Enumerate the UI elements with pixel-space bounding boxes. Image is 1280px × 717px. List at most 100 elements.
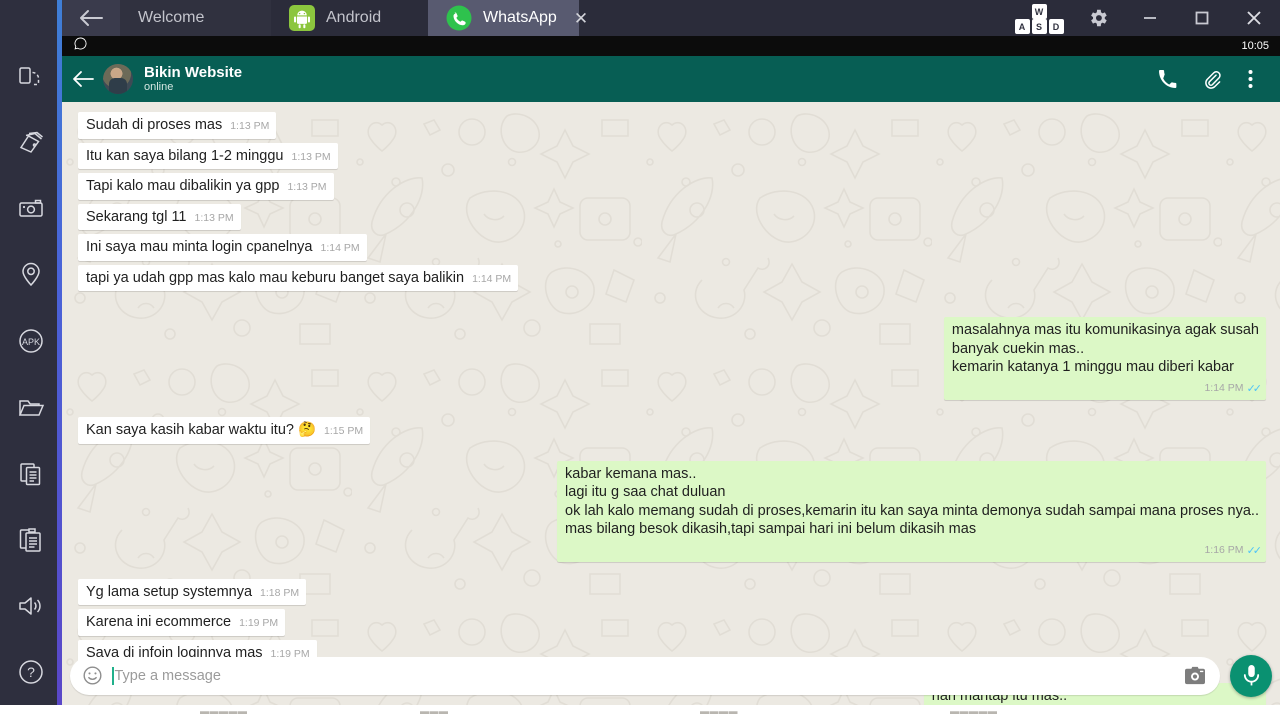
read-receipt-icon: ✓✓ [1246,382,1263,395]
microphone-icon[interactable] [1230,654,1272,697]
tab-android-label: Android [326,9,382,26]
whatsapp-notification-icon [74,37,87,55]
message-row: Sudah di proses mas 1:13 PM [78,112,1266,139]
contact-status: online [144,81,174,94]
paste-icon[interactable] [0,507,62,573]
message-meta: 1:13 PM [195,212,234,225]
incoming-message-bubble[interactable]: Itu kan saya bilang 1-2 minggu 1:13 PM [78,142,338,170]
back-arrow-icon[interactable] [72,70,100,88]
emoji-smiley-icon[interactable] [82,665,103,686]
keycap-a: A [1014,19,1030,34]
sidebar-accent-edge [57,0,62,705]
bluestacks-sidebar: APK ? [0,0,62,705]
message-text: Karena ini ecommerce [86,614,232,631]
android-status-bar: 10:05 [62,36,1280,56]
message-row: Itu kan saya bilang 1-2 minggu 1:13 PM [78,142,1266,170]
message-meta: 1:13 PM [287,181,326,194]
tab-android[interactable]: Android [271,0,428,36]
message-text: Tapi kalo mau dibalikin ya gpp [86,178,280,195]
tab-whatsapp[interactable]: WhatsApp ✕ [428,0,588,36]
message-meta: 1:19 PM [239,617,278,630]
apk-install-icon[interactable]: APK [0,308,62,374]
message-input-field[interactable]: Type a message [70,656,1220,695]
screenshot-icon[interactable] [0,176,62,242]
message-timestamp: 1:13 PM [291,150,331,163]
message-timestamp: 1:16 PM [1204,544,1244,557]
message-row: Sekarang tgl 11 1:13 PM [78,203,1266,231]
camera-icon[interactable] [1184,666,1210,686]
outgoing-message-bubble[interactable]: masalahnya mas itu komunikasinya agak su… [943,317,1266,400]
whatsapp-app: Bikin Website online Sudah di proses mas… [62,56,1280,705]
avatar[interactable] [103,64,133,94]
minimize-button[interactable] [1124,0,1176,36]
settings-button[interactable] [1072,0,1124,36]
message-row: Tapi kalo mau dibalikin ya gpp 1:13 PM [78,173,1266,200]
keycap-d: D [1048,19,1064,34]
rotate-screen-icon[interactable] [0,44,62,110]
keycap-s: S [1031,19,1047,34]
incoming-message-bubble[interactable]: Ini saya mau minta login cpanelnya 1:14 P… [78,234,367,261]
phone-icon[interactable] [1145,69,1190,89]
message-timestamp: 1:13 PM [194,211,234,224]
copy-icon[interactable] [0,441,62,507]
message-timestamp: 1:13 PM [230,120,270,132]
read-receipt-icon: ✓✓ [1246,544,1263,557]
message-text: tapi ya udah gpp mas kalo mau keburu ban… [86,269,465,286]
message-meta: 1:14 PM [472,273,511,286]
message-text: Yg lama setup systemnya [86,583,253,600]
android-icon [289,5,315,31]
incoming-message-bubble[interactable]: Yg lama setup systemnya 1:18 PM [78,578,307,606]
message-row: Ini saya mau minta login cpanelnya 1:14 P… [78,234,1266,261]
message-text: Itu kan saya bilang 1-2 minggu [86,147,284,164]
incoming-message-bubble[interactable]: Kan saya kasih kabar waktu itu? 🤔 1:15 PM [78,417,371,444]
message-timestamp: 1:19 PM [239,617,279,630]
message-row: Karena ini ecommerce 1:19 PM [78,609,1266,636]
volume-icon[interactable] [0,573,62,639]
tab-welcome-label: Welcome [138,9,205,26]
message-row: Kan saya kasih kabar waktu itu? 🤔 1:15 PM [78,417,1266,444]
taskbar-item: ▬▬▬▬▬ [950,706,998,716]
message-timestamp: 1:13 PM [287,181,327,194]
message-timestamp: 1:18 PM [260,586,300,599]
message-row: Yg lama setup systemnya 1:18 PM [78,578,1266,606]
folder-icon[interactable] [0,374,62,440]
incoming-message-bubble[interactable]: tapi ya udah gpp mas kalo mau keburu ban… [78,264,519,292]
message-list: Sudah di proses mas 1:13 PM Itu kan saya b… [62,108,1280,705]
message-input-placeholder: Type a message [114,667,221,684]
location-icon[interactable] [0,242,62,308]
svg-text:APK: APK [22,337,40,347]
message-text: masalahnya mas itu komunikasinya agak su… [951,322,1259,376]
close-tab-icon[interactable]: ✕ [574,10,588,27]
keymapping-button[interactable]: W A S D [1006,2,1072,34]
window-controls: W A S D [1006,0,1280,36]
incoming-message-bubble[interactable]: Sekarang tgl 11 1:13 PM [78,203,241,231]
whatsapp-icon [446,5,472,31]
help-icon[interactable]: ? [0,639,62,705]
status-bar-clock: 10:05 [1241,40,1269,52]
keycap-row-top: W [1031,4,1047,19]
message-row: tapi ya udah gpp mas kalo mau keburu ban… [78,264,1266,292]
bluestacks-window: APK ? Welcome Android WhatsApp ✕ W A S D… [0,0,1280,705]
incoming-message-bubble[interactable]: Karena ini ecommerce 1:19 PM [78,609,286,636]
tab-bar-spacer [579,0,1006,36]
incoming-message-bubble[interactable]: Tapi kalo mau dibalikin ya gpp 1:13 PM [78,173,334,200]
close-button[interactable] [1228,0,1280,36]
message-timestamp: 1:14 PM [320,242,360,255]
keycap-row-bottom: A S D [1014,19,1064,34]
message-timestamp: 1:15 PM [324,425,364,437]
contact-info[interactable]: Bikin Website online [144,64,1145,94]
outgoing-message-bubble[interactable]: kabar kemana mas.. lagi itu g saa chat d… [557,460,1266,562]
overflow-menu-icon[interactable] [1235,69,1266,89]
maximize-button[interactable] [1176,0,1228,36]
paperclip-icon[interactable] [1190,70,1235,89]
chat-scroll-area[interactable]: Sudah di proses mas 1:13 PM Itu kan saya b… [62,102,1280,705]
shake-icon[interactable] [0,110,62,176]
incoming-message-bubble[interactable]: Sudah di proses mas 1:13 PM [78,112,277,139]
back-button[interactable] [62,0,120,36]
message-timestamp: 1:14 PM [1204,382,1244,395]
message-meta: 1:18 PM [260,587,299,600]
tab-welcome[interactable]: Welcome [120,0,271,36]
tab-whatsapp-label: WhatsApp [483,9,557,26]
